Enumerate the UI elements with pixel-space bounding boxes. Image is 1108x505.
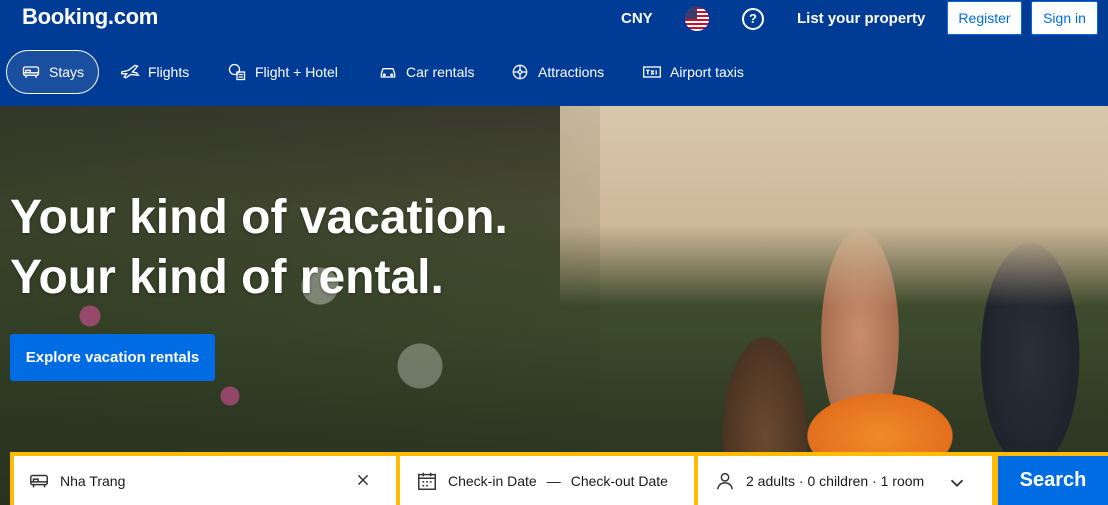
plane-icon (121, 64, 140, 79)
plane-hotel-icon (228, 63, 246, 81)
tab-attractions[interactable]: Attractions (496, 50, 618, 94)
checkin-date[interactable]: Check-in Date (448, 473, 537, 489)
tab-label: Car rentals (406, 64, 475, 80)
sign-in-button[interactable]: Sign in (1031, 1, 1098, 35)
hero-title-line1: Your kind of vacation. (10, 191, 508, 244)
bed-icon (30, 474, 48, 487)
search-button[interactable]: Search (998, 456, 1108, 505)
tab-airport-taxis[interactable]: Airport taxis (628, 50, 758, 94)
explore-vacation-rentals-button[interactable]: Explore vacation rentals (10, 334, 215, 381)
hero-banner: Your kind of vacation. Your kind of rent… (0, 106, 1108, 505)
tab-flights[interactable]: Flights (106, 50, 203, 94)
tab-label: Attractions (538, 64, 605, 80)
tab-stays[interactable]: Stays (6, 50, 99, 94)
close-icon[interactable] (352, 469, 374, 491)
tab-label: Flight + Hotel (255, 64, 338, 80)
destination-field[interactable]: Nha Trang (14, 456, 396, 505)
booking-logo[interactable]: Booking.com (22, 4, 158, 30)
guests-field[interactable]: 2 adults · 0 children · 1 room (698, 456, 992, 505)
us-flag-icon[interactable] (685, 7, 709, 31)
chevron-down-icon[interactable] (946, 472, 968, 494)
register-button[interactable]: Register (947, 1, 1022, 35)
date-field[interactable]: Check-in Date — Check-out Date (400, 456, 694, 505)
hero-title: Your kind of vacation. Your kind of rent… (10, 188, 508, 308)
tab-label: Stays (48, 64, 84, 80)
list-your-property-link[interactable]: List your property (797, 10, 925, 27)
tab-car-rentals[interactable]: Car rentals (364, 50, 488, 94)
currency-selector[interactable]: CNY (621, 10, 653, 27)
car-icon (380, 68, 396, 78)
guests-summary[interactable]: 2 adults · 0 children · 1 room (746, 473, 924, 489)
hero-title-line2: Your kind of rental. (10, 251, 444, 304)
attractions-icon (512, 64, 528, 80)
search-bar: Nha Trang Check-in Date — Check-out Date… (10, 452, 1108, 505)
product-nav: Stays Flights Flight + Hotel Car rentals… (0, 40, 1108, 106)
top-bar: Booking.com CNY ? List your property Reg… (0, 0, 1108, 40)
tab-flight-hotel[interactable]: Flight + Hotel (213, 50, 352, 94)
bed-icon (22, 66, 40, 78)
date-separator: — (546, 472, 561, 489)
tab-label: Airport taxis (670, 64, 744, 80)
question-circle-icon[interactable]: ? (742, 8, 764, 30)
destination-input[interactable]: Nha Trang (60, 473, 125, 489)
tab-label: Flights (148, 64, 190, 80)
calendar-icon (418, 472, 436, 490)
checkout-date[interactable]: Check-out Date (571, 473, 668, 489)
taxi-icon (643, 66, 661, 78)
person-icon (716, 472, 734, 489)
